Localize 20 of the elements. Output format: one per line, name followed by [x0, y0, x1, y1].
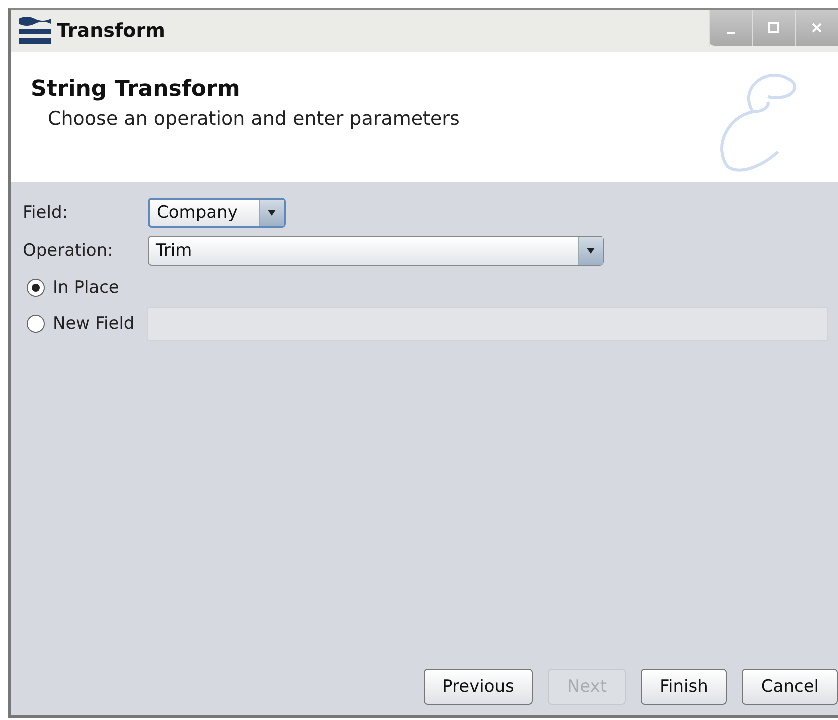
- maximize-icon: [768, 22, 780, 34]
- field-label: Field:: [23, 203, 69, 223]
- dropdown-arrow-icon: [267, 209, 277, 217]
- wizard-button[interactable]: Cancel: [742, 669, 838, 705]
- wizard-title: String Transform: [31, 77, 242, 102]
- dropdown-arrow-icon: [586, 247, 596, 255]
- minimize-icon: [727, 32, 735, 34]
- field-dropdown[interactable]: Company: [148, 198, 286, 228]
- operation-dropdown[interactable]: Trim: [148, 236, 604, 266]
- close-icon: [811, 22, 823, 34]
- radio-label: In Place: [53, 278, 120, 298]
- operation-label: Operation:: [23, 241, 114, 261]
- radio-button[interactable]: [27, 315, 45, 333]
- wizard-subtitle: Choose an operation and enter parameters: [48, 108, 460, 130]
- wizard-button[interactable]: Previous: [424, 669, 534, 705]
- app-logo-icon: [17, 16, 53, 46]
- radio-label: New Field: [53, 314, 135, 334]
- radio-button[interactable]: [27, 279, 45, 297]
- window-title: Transform: [57, 20, 166, 42]
- wizard-button[interactable]: Finish: [641, 669, 728, 705]
